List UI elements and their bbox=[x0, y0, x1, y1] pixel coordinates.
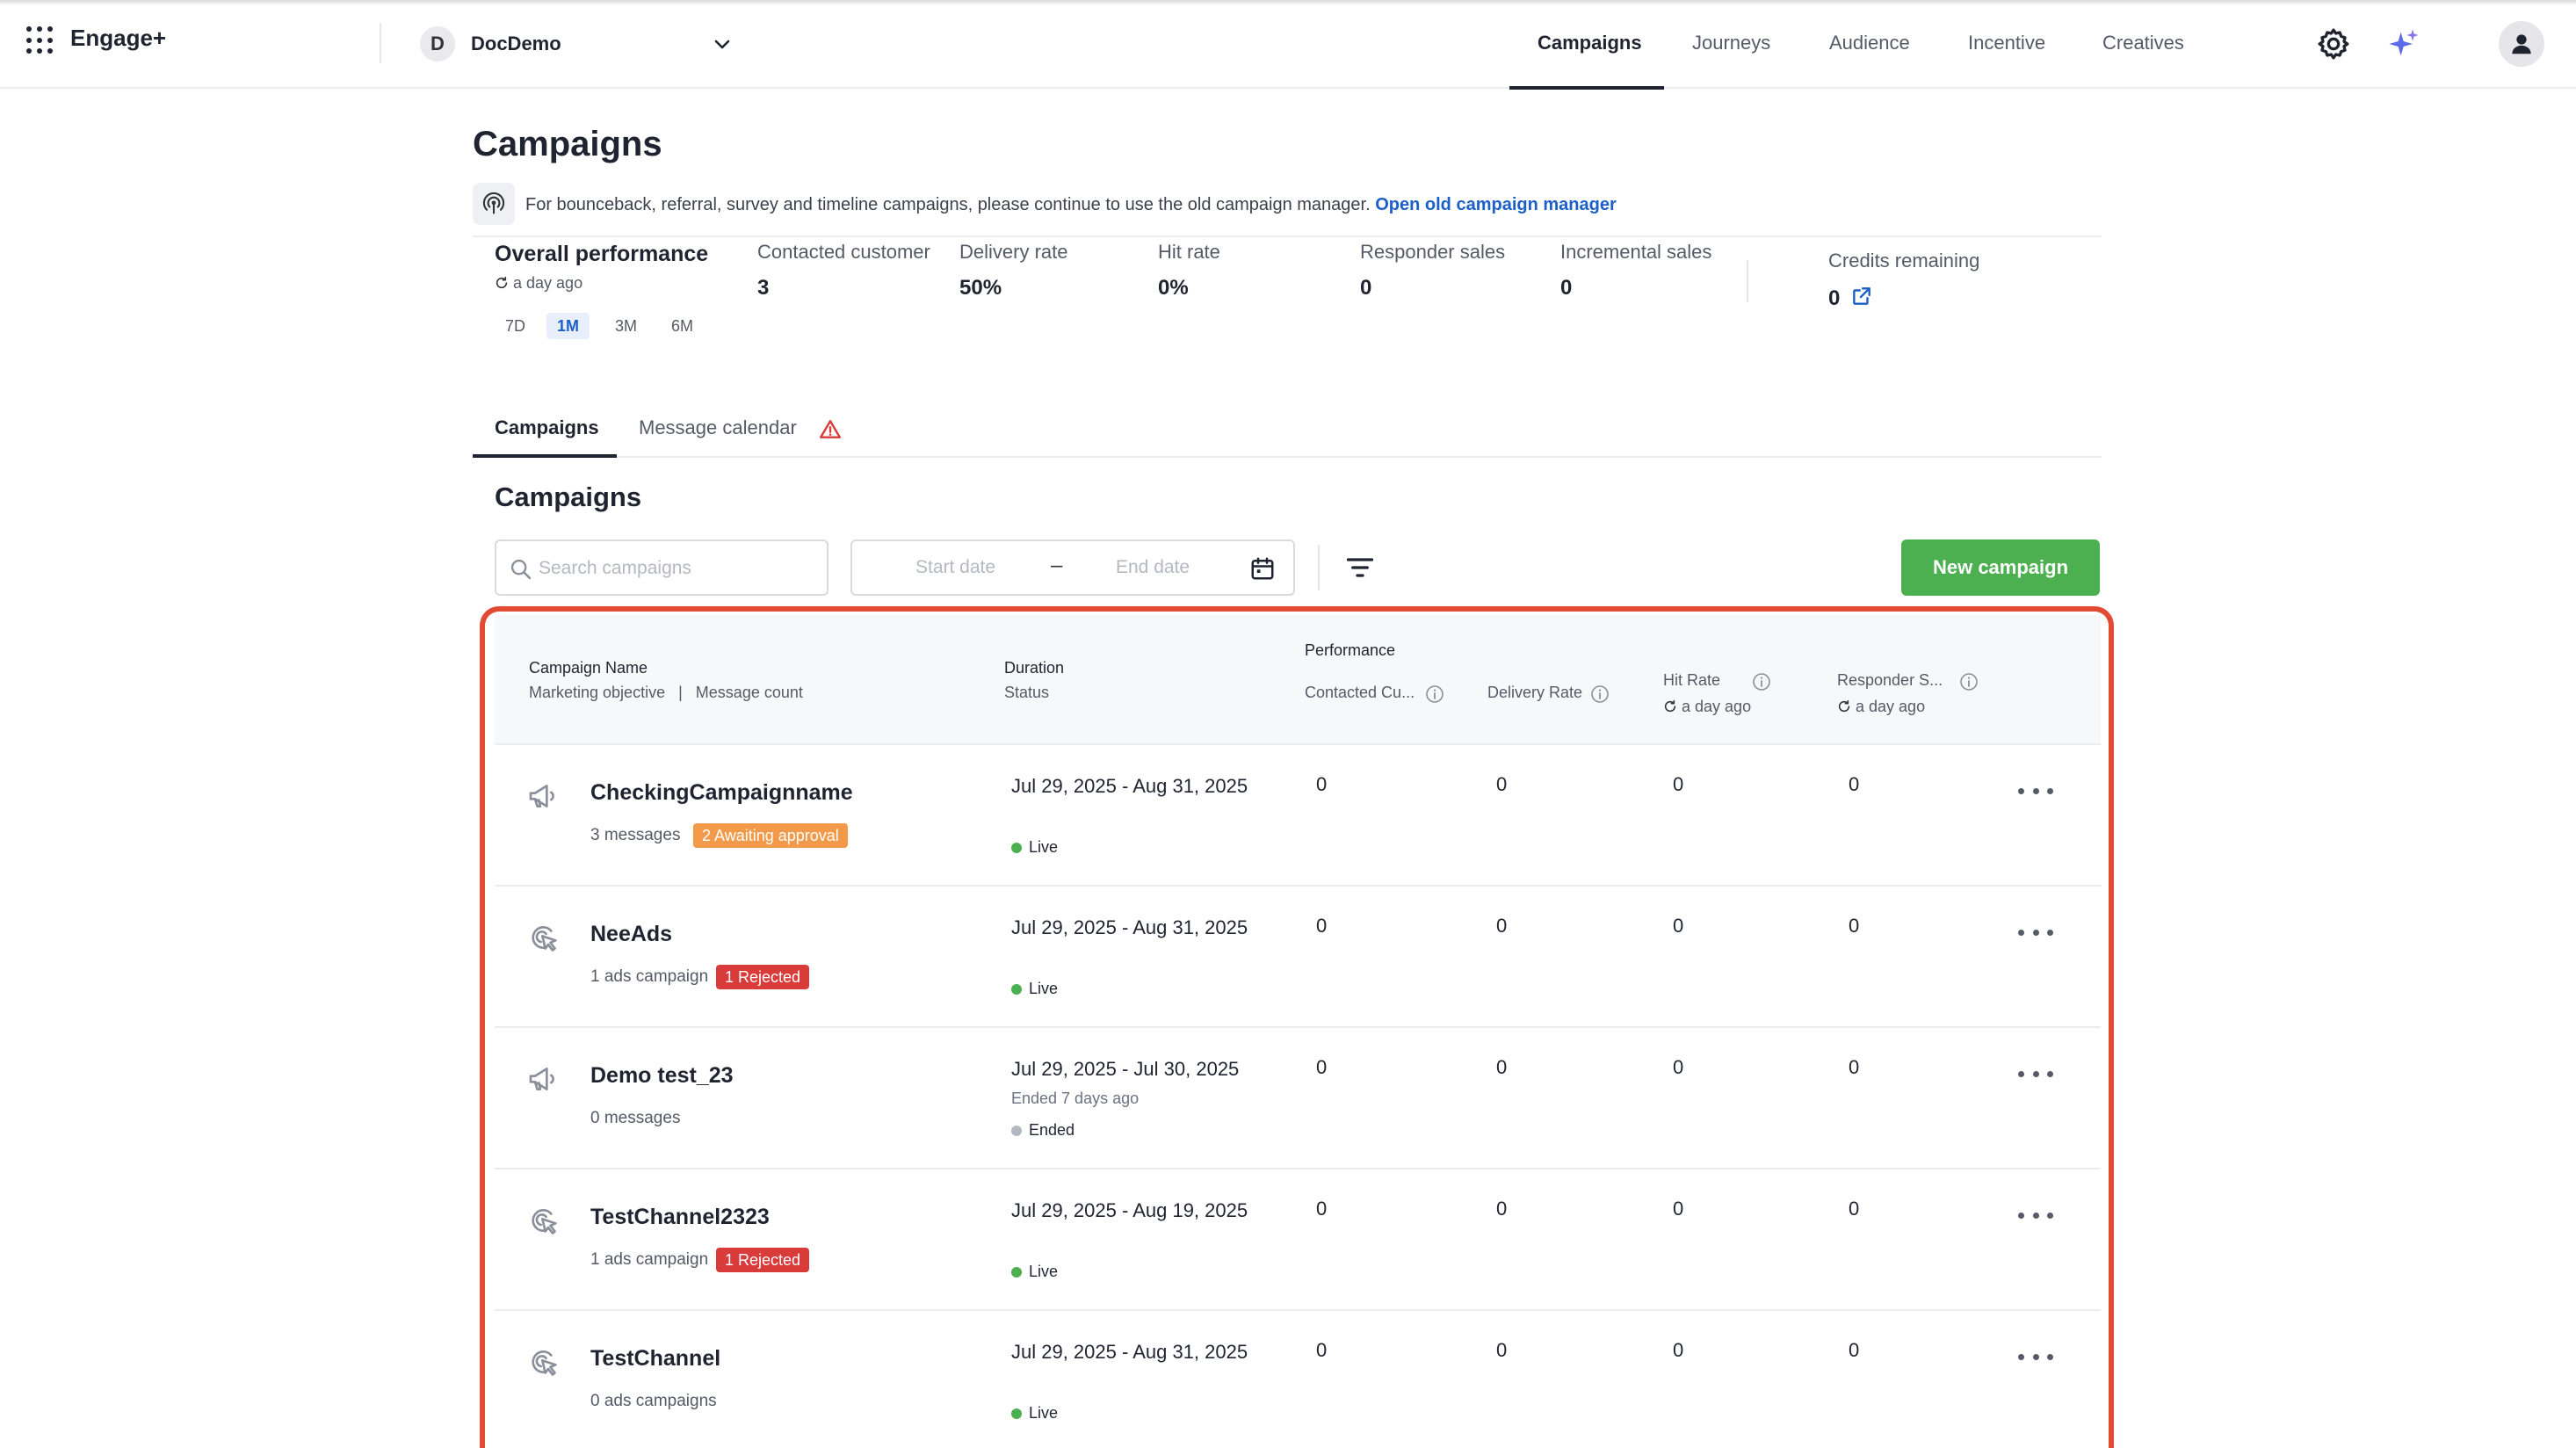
metric-value-responder: 0 bbox=[1360, 276, 1372, 300]
search-input[interactable] bbox=[539, 554, 820, 583]
divider bbox=[1747, 260, 1748, 302]
metric-label-responder: Responder sales bbox=[1360, 241, 1506, 263]
end-date-field[interactable]: End date bbox=[1116, 557, 1190, 578]
old-campaign-notice: For bounceback, referral, survey and tim… bbox=[525, 195, 1617, 215]
section-title: Campaigns bbox=[495, 481, 642, 512]
broadcast-icon bbox=[473, 183, 515, 225]
performance-updated: a day ago bbox=[495, 274, 582, 293]
user-icon bbox=[2512, 34, 2531, 54]
warning-icon bbox=[819, 420, 842, 438]
chevron-down-icon[interactable] bbox=[712, 33, 733, 54]
metric-value-contacted: 3 bbox=[757, 276, 770, 300]
external-link-icon[interactable] bbox=[1850, 285, 1873, 308]
nav-campaigns[interactable]: Campaigns bbox=[1538, 32, 1642, 54]
search-icon bbox=[510, 559, 532, 580]
divider bbox=[1318, 545, 1320, 590]
date-range-picker[interactable]: Start date – End date bbox=[850, 539, 1295, 596]
nav-active-indicator bbox=[1509, 86, 1664, 90]
user-avatar[interactable] bbox=[2499, 21, 2544, 67]
table-highlight-frame bbox=[480, 606, 2114, 1448]
search-box bbox=[495, 539, 829, 596]
nav-journeys[interactable]: Journeys bbox=[1692, 32, 1770, 54]
metric-value-delivery: 50% bbox=[959, 276, 1002, 300]
app-launcher-icon[interactable] bbox=[26, 26, 54, 54]
performance-updated-text: a day ago bbox=[513, 274, 583, 292]
metric-label-hit: Hit rate bbox=[1158, 241, 1220, 263]
brand-name: Engage+ bbox=[70, 25, 167, 51]
org-avatar[interactable]: D bbox=[420, 26, 455, 62]
refresh-icon bbox=[496, 276, 508, 289]
top-bar: Engage+ D DocDemo Campaigns Journeys Aud… bbox=[0, 0, 2576, 90]
range-7d[interactable]: 7D bbox=[495, 313, 536, 339]
divider bbox=[380, 23, 381, 63]
nav-incentive[interactable]: Incentive bbox=[1968, 32, 2045, 54]
tab-campaigns[interactable]: Campaigns bbox=[495, 416, 599, 439]
overall-performance-title: Overall performance bbox=[495, 242, 709, 266]
start-date-field[interactable]: Start date bbox=[915, 557, 995, 578]
tab-message-calendar[interactable]: Message calendar bbox=[639, 416, 797, 439]
notice-text: For bounceback, referral, survey and tim… bbox=[525, 195, 1371, 214]
range-3m[interactable]: 3M bbox=[604, 313, 648, 339]
open-old-campaign-manager-link[interactable]: Open old campaign manager bbox=[1375, 195, 1617, 214]
metric-label-delivery: Delivery rate bbox=[959, 241, 1068, 263]
calendar-icon[interactable] bbox=[1249, 555, 1276, 582]
org-name[interactable]: DocDemo bbox=[471, 33, 561, 55]
tab-active-indicator bbox=[473, 454, 617, 458]
credits-label: Credits remaining bbox=[1828, 250, 1980, 272]
nav-audience[interactable]: Audience bbox=[1829, 32, 1910, 54]
metric-value-incremental: 0 bbox=[1560, 276, 1573, 300]
new-campaign-button[interactable]: New campaign bbox=[1901, 539, 2100, 596]
nav-creatives[interactable]: Creatives bbox=[2102, 32, 2184, 54]
sparkle-icon[interactable] bbox=[2386, 26, 2421, 62]
filter-icon[interactable] bbox=[1344, 552, 1376, 583]
tabs-divider bbox=[473, 456, 2102, 458]
date-separator: – bbox=[1051, 554, 1063, 577]
performance-divider bbox=[473, 235, 2102, 237]
range-6m[interactable]: 6M bbox=[661, 313, 704, 339]
metric-label-incremental: Incremental sales bbox=[1560, 241, 1712, 263]
gear-icon[interactable] bbox=[2316, 26, 2351, 62]
metric-value-hit: 0% bbox=[1158, 276, 1189, 300]
credits-value: 0 bbox=[1828, 286, 1841, 310]
metric-label-contacted: Contacted customer bbox=[757, 241, 930, 263]
range-1m[interactable]: 1M bbox=[546, 313, 590, 339]
page-title: Campaigns bbox=[473, 125, 662, 163]
